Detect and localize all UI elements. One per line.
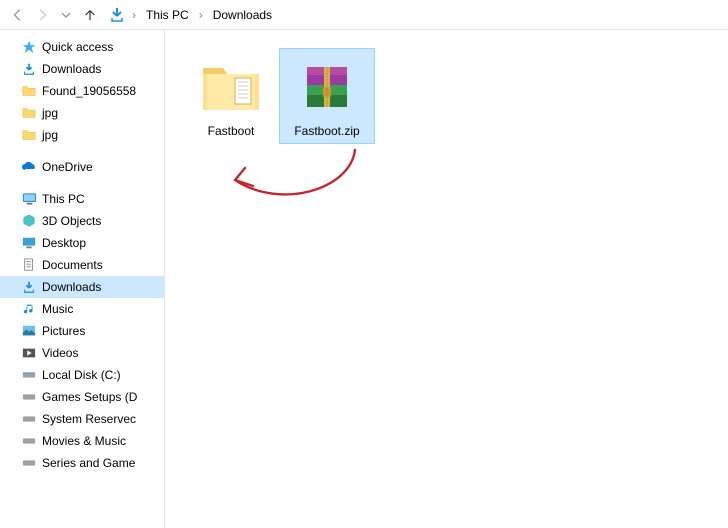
tree-this-pc[interactable]: This PC (0, 188, 164, 210)
tree-label: jpg (42, 106, 58, 120)
tree-item-music[interactable]: Music (0, 298, 164, 320)
file-label: Fastboot (208, 124, 255, 138)
desktop-icon (20, 234, 38, 252)
documents-icon (20, 256, 38, 274)
tree-item-downloads[interactable]: Downloads (0, 276, 164, 298)
tree-label: 3D Objects (42, 214, 101, 228)
chevron-right-icon: › (128, 8, 140, 22)
tree-item-disk[interactable]: Series and Game (0, 452, 164, 474)
folder-icon (20, 104, 38, 122)
tree-label: Downloads (42, 280, 101, 294)
tree-item-documents[interactable]: Documents (0, 254, 164, 276)
nav-back-button[interactable] (6, 3, 30, 27)
recent-locations-dropdown[interactable] (54, 3, 78, 27)
folder-icon (20, 82, 38, 100)
breadcrumb-segment-downloads[interactable]: Downloads (209, 6, 276, 24)
tree-onedrive[interactable]: OneDrive (0, 156, 164, 178)
toolbar: › This PC › Downloads (0, 0, 728, 30)
file-list[interactable]: Fastboot Fastboot.zip (165, 30, 728, 528)
file-item-zip[interactable]: Fastboot.zip (279, 48, 375, 144)
file-label: Fastboot.zip (294, 124, 359, 138)
downloads-location-icon (108, 6, 126, 24)
main: Quick access Downloads Found_19056558 jp… (0, 30, 728, 528)
download-icon (20, 60, 38, 78)
tree-quick-access[interactable]: Quick access (0, 36, 164, 58)
tree-item-disk[interactable]: Movies & Music (0, 430, 164, 452)
navigation-tree[interactable]: Quick access Downloads Found_19056558 jp… (0, 30, 165, 528)
tree-item-folder[interactable]: Found_19056558 (0, 80, 164, 102)
cloud-icon (20, 158, 38, 176)
tree-label: Movies & Music (42, 434, 126, 448)
cube-icon (20, 212, 38, 230)
disk-icon (20, 432, 38, 450)
disk-icon (20, 366, 38, 384)
tree-item-downloads[interactable]: Downloads (0, 58, 164, 80)
star-icon (20, 38, 38, 56)
tree-label: OneDrive (42, 160, 93, 174)
nav-forward-button[interactable] (30, 3, 54, 27)
tree-label: Local Disk (C:) (42, 368, 121, 382)
tree-item-folder[interactable]: jpg (0, 102, 164, 124)
tree-label: jpg (42, 128, 58, 142)
tree-label: Music (42, 302, 73, 316)
folder-icon (199, 54, 263, 118)
file-item-folder[interactable]: Fastboot (183, 48, 279, 144)
tree-item-videos[interactable]: Videos (0, 342, 164, 364)
breadcrumb-segment-thispc[interactable]: This PC (142, 6, 193, 24)
tree-item-local-disk[interactable]: Local Disk (C:) (0, 364, 164, 386)
archive-icon (295, 54, 359, 118)
tree-label: Videos (42, 346, 78, 360)
tree-item-desktop[interactable]: Desktop (0, 232, 164, 254)
breadcrumb[interactable]: › This PC › Downloads (108, 6, 276, 24)
tree-label: Downloads (42, 62, 101, 76)
tree-item-pictures[interactable]: Pictures (0, 320, 164, 342)
download-icon (20, 278, 38, 296)
tree-label: Games Setups (D (42, 390, 137, 404)
tree-label: Found_19056558 (42, 84, 136, 98)
tree-label: Quick access (42, 40, 113, 54)
tree-item-disk[interactable]: Games Setups (D (0, 386, 164, 408)
nav-up-button[interactable] (78, 3, 102, 27)
music-icon (20, 300, 38, 318)
tree-item-folder[interactable]: jpg (0, 124, 164, 146)
tree-item-3d-objects[interactable]: 3D Objects (0, 210, 164, 232)
tree-label: Documents (42, 258, 103, 272)
disk-icon (20, 454, 38, 472)
disk-icon (20, 388, 38, 406)
chevron-right-icon: › (195, 8, 207, 22)
tree-item-disk[interactable]: System Reservec (0, 408, 164, 430)
tree-label: This PC (42, 192, 85, 206)
folder-icon (20, 126, 38, 144)
pictures-icon (20, 322, 38, 340)
disk-icon (20, 410, 38, 428)
tree-label: Pictures (42, 324, 85, 338)
tree-label: Desktop (42, 236, 86, 250)
tree-label: Series and Game (42, 456, 135, 470)
videos-icon (20, 344, 38, 362)
monitor-icon (20, 190, 38, 208)
tree-label: System Reservec (42, 412, 136, 426)
annotation-arrow (185, 140, 385, 220)
